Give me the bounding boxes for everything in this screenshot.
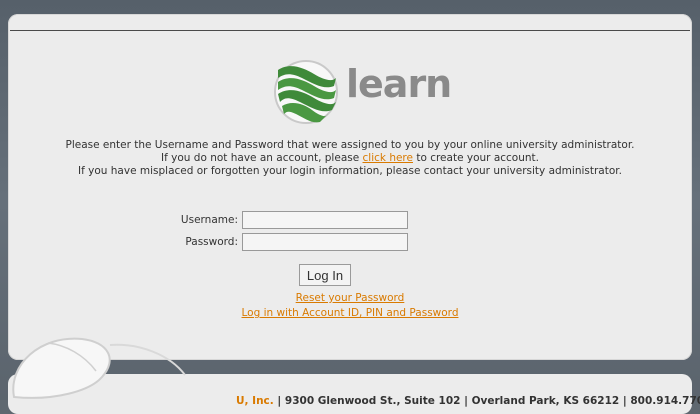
instructions-line-3: If you have misplaced or forgotten your … [78,165,622,177]
login-button[interactable]: Log In [299,264,351,286]
login-instructions: Please enter the Username and Password t… [10,139,690,178]
create-account-link[interactable]: click here [363,152,413,164]
learn-logo-mark [274,60,338,124]
username-label: Username: [180,214,238,226]
instructions-line-2-end: to create your account. [412,152,539,164]
password-input[interactable] [242,233,408,251]
instructions-line-1: Please enter the Username and Password t… [65,139,635,151]
instructions-line-2: If you do not have an account, please cl… [10,152,690,165]
footer-address-text: | 9300 Glenwood St., Suite 102 | Overlan… [273,395,700,407]
reset-password-link[interactable]: Reset your Password [0,292,700,304]
account-id-login-link[interactable]: Log in with Account ID, PIN and Password [0,307,700,319]
password-row: Password: [170,233,470,253]
password-label: Password: [185,236,238,248]
footer-brand: U, Inc. [236,395,274,407]
logo-wordmark: learn [346,62,452,106]
instructions-line-2-start: If you do not have an account, please [161,152,363,164]
footer-address: U, Inc. | 9300 Glenwood St., Suite 102 |… [236,395,700,407]
header-divider [10,30,690,31]
computer-mouse-graphic [12,337,186,399]
learn-logo: learn [270,56,452,128]
username-input[interactable] [242,211,408,229]
username-row: Username: [170,211,470,231]
